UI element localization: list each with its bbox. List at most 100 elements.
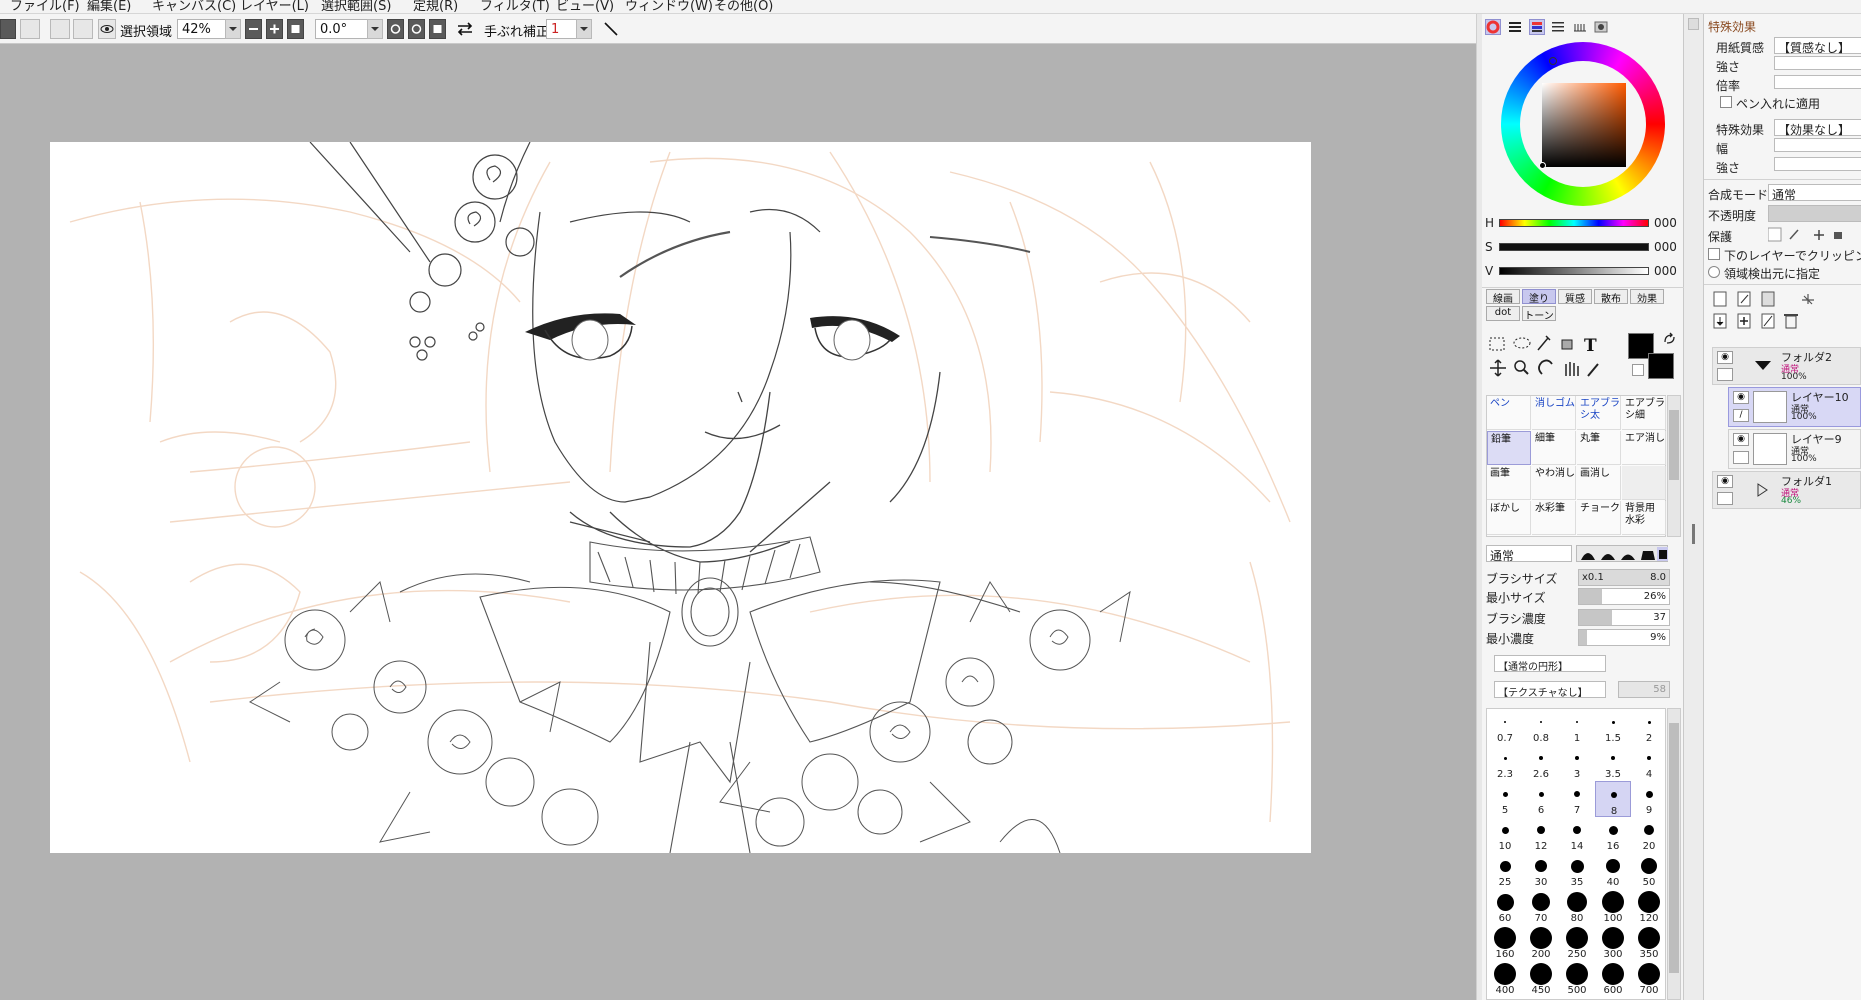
layer-9[interactable]: ◉ レイヤー9 通常 100% [1728, 429, 1861, 469]
eye-toggle-button[interactable] [98, 19, 116, 39]
brush-airbrush-thin[interactable]: エアブラシ細 [1622, 396, 1666, 430]
texture-strength[interactable]: 58 [1618, 681, 1670, 698]
brush-size-160[interactable]: 160 [1487, 925, 1523, 961]
magic-wand-icon[interactable] [1537, 335, 1551, 351]
brush-fine[interactable]: 細筆 [1532, 431, 1576, 465]
brush-shape-select[interactable]: 【通常の円形】 [1494, 655, 1606, 673]
panel-scrollbar[interactable] [1684, 14, 1704, 1000]
rect-select-icon[interactable] [1489, 337, 1505, 351]
menu-window[interactable]: ウィンドウ(W) [625, 0, 713, 13]
paper-scale-slider[interactable] [1774, 75, 1861, 89]
tab-dot[interactable]: dot [1486, 306, 1520, 321]
brush-eraser[interactable]: 消しゴム [1532, 396, 1576, 430]
brush-size-2.3[interactable]: 2.3 [1487, 745, 1523, 781]
hue-slider[interactable] [1499, 219, 1649, 227]
min-density-slider[interactable]: 9% [1578, 629, 1670, 646]
menu-ruler[interactable]: 定規(R) [413, 0, 458, 13]
clip-checkbox[interactable] [1708, 248, 1720, 260]
brush-airbrush-thick[interactable]: エアブラシ太 [1577, 396, 1621, 430]
brush-density-slider[interactable]: 37 [1578, 609, 1670, 626]
brush-empty-slot[interactable] [1622, 466, 1666, 500]
sv-cursor[interactable] [1539, 162, 1546, 169]
brush-size-3.5[interactable]: 3.5 [1595, 745, 1631, 781]
rotate-tool-icon[interactable] [1538, 359, 1553, 375]
brush-size-20[interactable]: 20 [1631, 817, 1665, 853]
eyedropper-icon[interactable] [1587, 363, 1599, 377]
brush-paint[interactable]: 画筆 [1487, 466, 1531, 500]
brush-size-70[interactable]: 70 [1523, 889, 1559, 925]
brush-lock-icon[interactable]: / [1733, 409, 1749, 422]
brush-size-5[interactable]: 5 [1487, 781, 1523, 817]
folder-collapsed-icon[interactable] [1753, 482, 1773, 498]
hand-tool-icon[interactable] [1565, 362, 1579, 376]
brush-size-700[interactable]: 700 [1631, 961, 1665, 997]
menu-layer[interactable]: レイヤー(L) [240, 0, 309, 13]
background-color-swatch[interactable] [1648, 353, 1674, 379]
brush-size-14[interactable]: 14 [1559, 817, 1595, 853]
brush-size-500[interactable]: 500 [1559, 961, 1595, 997]
brush-size-1.5[interactable]: 1.5 [1595, 709, 1631, 745]
tab-effect[interactable]: 効果 [1630, 289, 1664, 305]
rotation-dropdown[interactable] [367, 19, 383, 39]
brush-size-25[interactable]: 25 [1487, 853, 1523, 889]
brush-chalk[interactable]: チョーク [1577, 501, 1621, 535]
brush-pencil[interactable]: 鉛筆 [1487, 431, 1531, 465]
brush-size-40[interactable]: 40 [1595, 853, 1631, 889]
zoom-in-button[interactable] [266, 19, 283, 39]
menu-filter[interactable]: フィルタ(T) [480, 0, 550, 13]
brush-texture-select[interactable]: 【テクスチャなし】 [1494, 681, 1606, 699]
text-tool-icon[interactable]: T [1584, 336, 1597, 356]
bucket-icon[interactable] [1561, 339, 1573, 350]
tab-scatter[interactable]: 散布 [1594, 289, 1628, 305]
brush-size-10[interactable]: 10 [1487, 817, 1523, 853]
move-icon[interactable] [1490, 359, 1506, 377]
brush-size-2[interactable]: 2 [1631, 709, 1665, 745]
brush-size-6[interactable]: 6 [1523, 781, 1559, 817]
saturation-value-square[interactable] [1542, 83, 1626, 167]
brush-size-35[interactable]: 35 [1559, 853, 1595, 889]
brush-size-3[interactable]: 3 [1559, 745, 1595, 781]
pen-apply-checkbox[interactable] [1720, 96, 1732, 108]
tab-tone[interactable]: トーン [1522, 306, 1556, 322]
swap-colors-button[interactable] [1662, 332, 1676, 346]
folder-expanded-icon[interactable] [1753, 358, 1773, 372]
effects-header[interactable]: 特殊効果 [1708, 18, 1756, 35]
eye-icon[interactable]: ◉ [1733, 391, 1749, 404]
artboard-canvas[interactable] [50, 142, 1311, 853]
blend-mode-select[interactable]: 通常 [1768, 184, 1861, 202]
lock-box[interactable] [1733, 451, 1749, 464]
zoom-out-button[interactable] [245, 19, 262, 39]
hue-cursor[interactable] [1549, 57, 1557, 65]
transparent-color-button[interactable] [1632, 364, 1644, 376]
brush-size-0.7[interactable]: 0.7 [1487, 709, 1523, 745]
brush-size-120[interactable]: 120 [1631, 889, 1665, 925]
menu-view[interactable]: ビュー(V) [556, 0, 614, 13]
brush-paint-eraser[interactable]: 画消し [1577, 466, 1621, 500]
brush-size-scrollbar[interactable] [1667, 708, 1681, 1000]
line-tool-button[interactable] [601, 19, 621, 39]
deselect-button[interactable] [50, 19, 70, 39]
brush-size-2.6[interactable]: 2.6 [1523, 745, 1559, 781]
protect-icons[interactable] [1768, 227, 1861, 243]
zoom-tool-icon[interactable] [1514, 360, 1529, 375]
rotate-right-button[interactable] [408, 19, 425, 39]
brush-blur[interactable]: ぼかし [1487, 501, 1531, 535]
lock-box[interactable] [1717, 368, 1733, 381]
brush-size-7[interactable]: 7 [1559, 781, 1595, 817]
brush-size-300[interactable]: 300 [1595, 925, 1631, 961]
menu-canvas[interactable]: キャンバス(C) [152, 0, 236, 13]
brush-edge-shapes[interactable] [1576, 545, 1668, 562]
brush-size-600[interactable]: 600 [1595, 961, 1631, 997]
brush-size-50[interactable]: 50 [1631, 853, 1665, 889]
brush-size-450[interactable]: 450 [1523, 961, 1559, 997]
rgb-slider-mode-button[interactable] [1507, 19, 1523, 35]
stabilizer-dropdown[interactable] [576, 19, 592, 39]
brush-palette-scrollbar[interactable] [1667, 395, 1681, 537]
brush-bg-watercolor[interactable]: 背景用水彩 [1622, 501, 1666, 535]
rotate-left-button[interactable] [387, 19, 404, 39]
effect-width-slider[interactable] [1774, 138, 1861, 152]
brush-size-80[interactable]: 80 [1559, 889, 1595, 925]
brush-size-100[interactable]: 100 [1595, 889, 1631, 925]
brush-size-8[interactable]: 8 [1595, 781, 1631, 817]
value-slider[interactable] [1499, 267, 1649, 275]
